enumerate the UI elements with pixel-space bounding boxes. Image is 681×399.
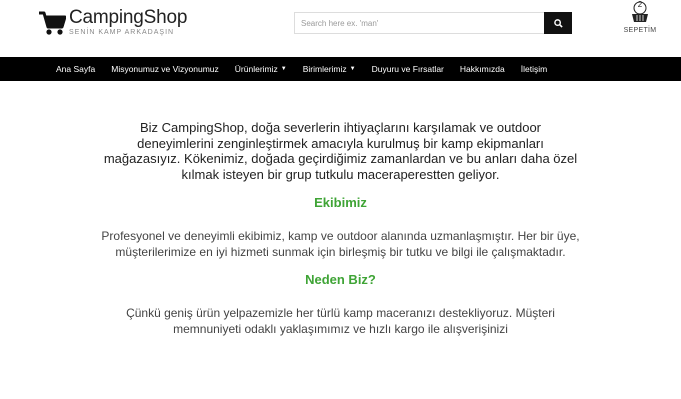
nav-item-label: Duyuru ve Fırsatlar bbox=[371, 64, 444, 74]
nav-item-birimlerimiz[interactable]: Birimlerimiz ▼ bbox=[303, 64, 356, 74]
nav-item-label: Ana Sayfa bbox=[56, 64, 96, 74]
search-bar bbox=[294, 12, 572, 36]
brand-name: CampingShop bbox=[69, 7, 188, 28]
nav-item-misyon-vizyon[interactable]: Misyonumuz ve Vizyonumuz bbox=[111, 64, 219, 74]
nav-item-label: Misyonumuz ve Vizyonumuz bbox=[111, 64, 219, 74]
why-us-paragraph: Çünkü geniş ürün yelpazemizle her türlü … bbox=[126, 306, 555, 336]
search-input[interactable] bbox=[294, 12, 544, 34]
about-content: Biz CampingShop, doğa severlerin ihtiyaç… bbox=[0, 120, 681, 337]
cart-button[interactable]: 2 SEPETİM bbox=[618, 0, 662, 40]
nav-item-label: Ürünlerimiz bbox=[234, 64, 278, 74]
site-header: CampingShop SENİN KAMP ARKADAŞIN 2 SEPET… bbox=[0, 0, 681, 56]
cart-count-badge: 2 bbox=[637, 0, 643, 9]
nav-item-ana-sayfa[interactable]: Ana Sayfa bbox=[56, 64, 95, 74]
team-heading: Ekibimiz bbox=[314, 195, 367, 210]
caret-down-icon: ▼ bbox=[280, 66, 287, 72]
nav-item-urunlerimiz[interactable]: Ürünlerimiz ▼ bbox=[235, 64, 287, 74]
shopping-cart-logo-icon bbox=[39, 11, 66, 35]
intro-paragraph: Biz CampingShop, doğa severlerin ihtiyaç… bbox=[103, 120, 578, 182]
cart-label: SEPETİM bbox=[623, 27, 657, 34]
caret-down-icon: ▼ bbox=[349, 66, 356, 72]
nav-item-label: Hakkımızda bbox=[459, 64, 505, 74]
nav-item-label: İletişim bbox=[520, 64, 548, 74]
main-navigation: Ana Sayfa Misyonumuz ve Vizyonumuz Ürünl… bbox=[0, 57, 681, 81]
nav-item-label: Birimlerimiz bbox=[302, 64, 347, 74]
brand-tagline: SENİN KAMP ARKADAŞIN bbox=[69, 29, 175, 36]
nav-item-hakkimizda[interactable]: Hakkımızda bbox=[460, 64, 505, 74]
why-us-heading: Neden Biz? bbox=[305, 272, 376, 287]
team-paragraph: Profesyonel ve deneyimli ekibimiz, kamp … bbox=[101, 229, 580, 259]
nav-item-iletisim[interactable]: İletişim bbox=[521, 64, 547, 74]
site-logo[interactable]: CampingShop SENİN KAMP ARKADAŞIN bbox=[38, 7, 198, 42]
nav-item-duyuru-firsatlar[interactable]: Duyuru ve Fırsatlar bbox=[372, 64, 444, 74]
search-icon bbox=[553, 18, 563, 28]
search-button[interactable] bbox=[544, 12, 572, 34]
